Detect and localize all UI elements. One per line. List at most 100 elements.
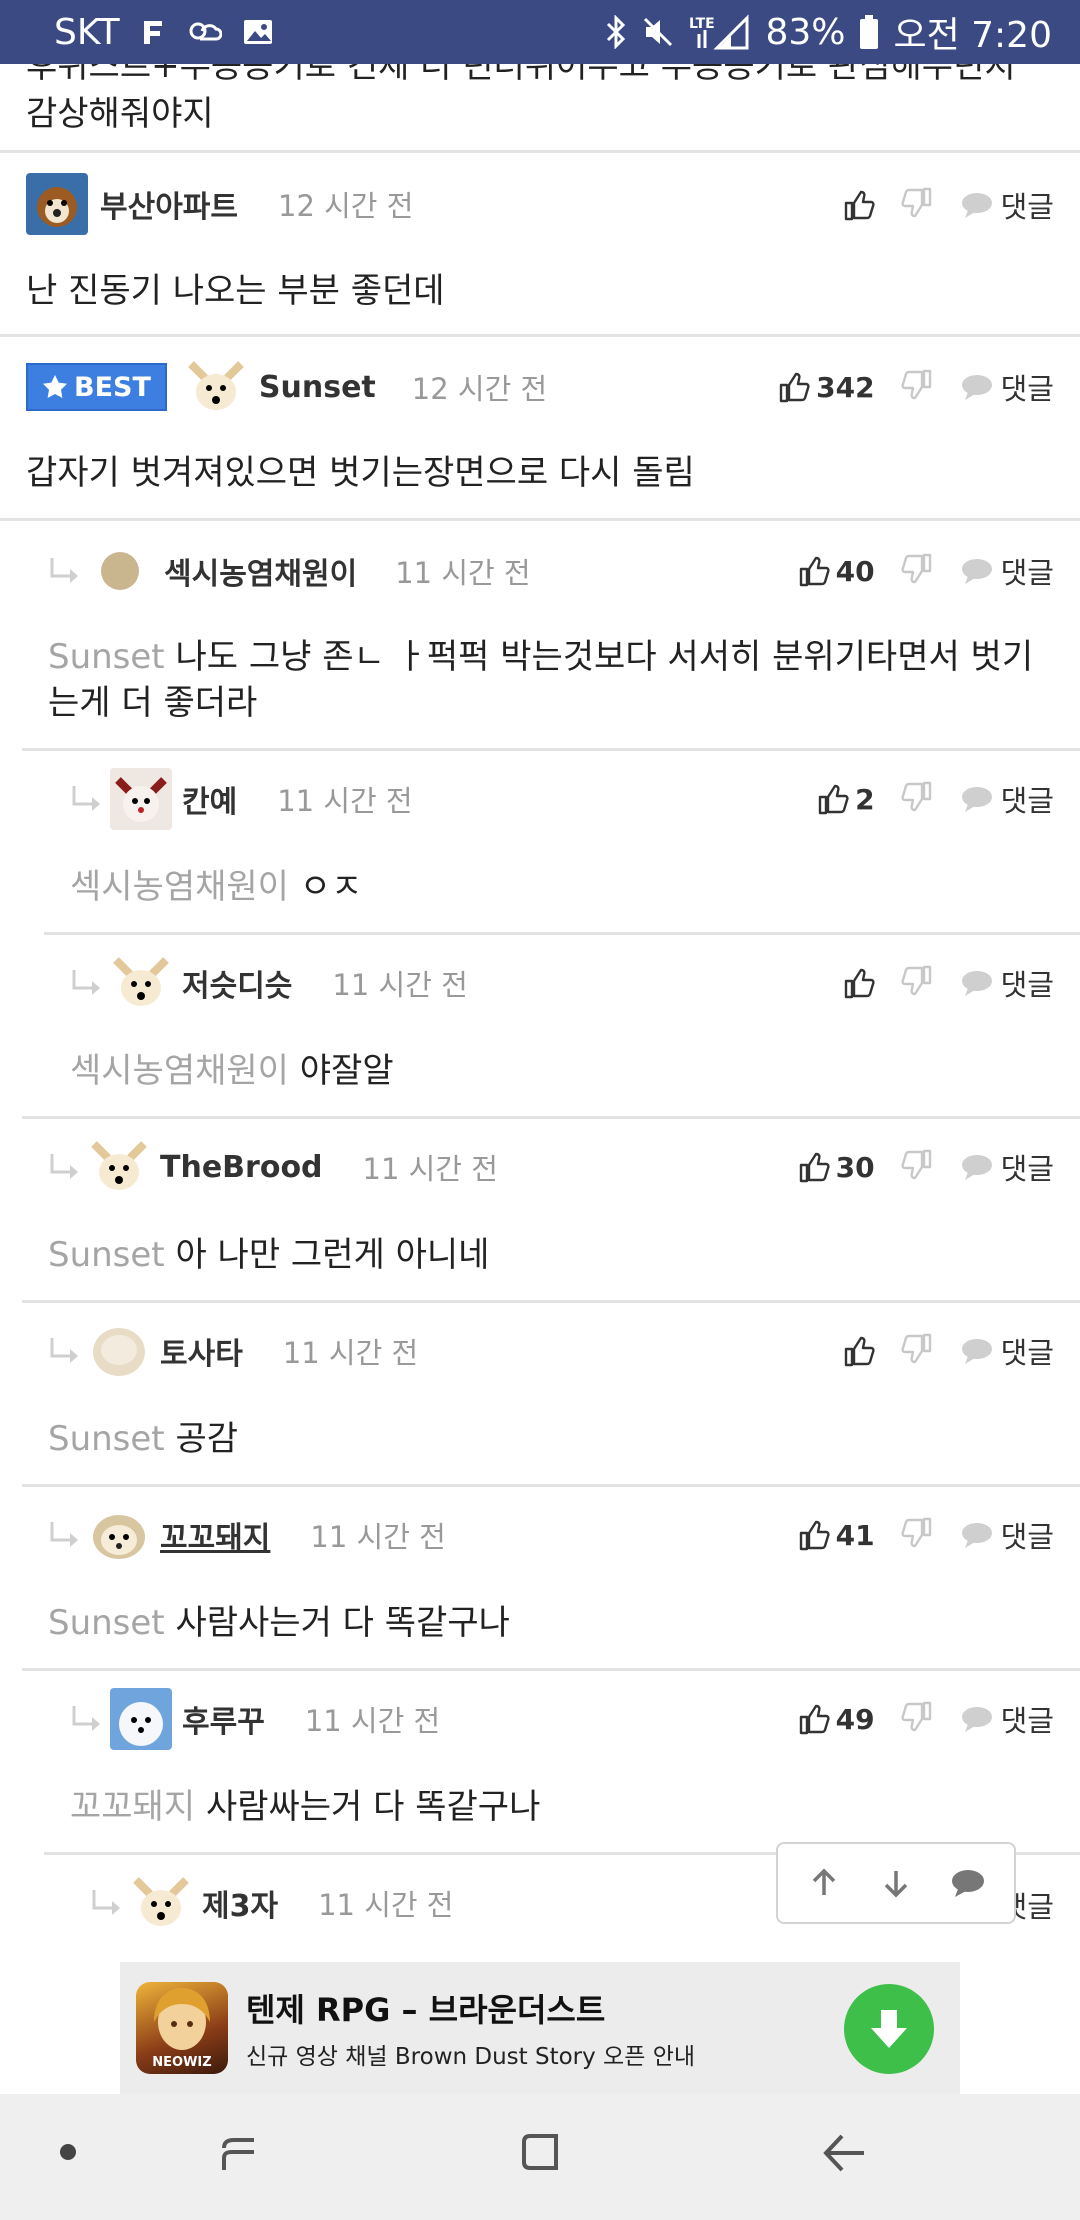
like-button[interactable]: 30 [798, 1151, 875, 1184]
avatar[interactable] [88, 1320, 150, 1382]
download-button[interactable] [844, 1984, 934, 2074]
like-button[interactable]: 41 [798, 1519, 875, 1552]
comment-time: 11 시간 전 [318, 1888, 454, 1922]
dislike-button[interactable] [901, 1333, 933, 1369]
dislike-button[interactable] [901, 187, 933, 223]
mention[interactable]: Sunset [48, 637, 165, 677]
comment-body: 갑자기 벗겨져있으면 벗기는장면으로 다시 돌림 [26, 450, 695, 496]
reply-arrow-icon [50, 1338, 78, 1363]
mention[interactable]: 섹시농염채원이 [70, 1051, 289, 1091]
like-count: 40 [835, 554, 875, 588]
comment-author[interactable]: TheBrood [160, 1150, 323, 1185]
mention[interactable]: Sunset [48, 1603, 165, 1643]
speech-bubble-icon [961, 1523, 992, 1548]
comment-author[interactable]: 제3자 [202, 1881, 278, 1925]
dislike-button[interactable] [901, 369, 933, 405]
thumbs-up-icon [779, 372, 810, 403]
dislike-button[interactable] [901, 1517, 933, 1553]
home-icon[interactable] [514, 2126, 566, 2178]
reply-button[interactable]: 댓글 [961, 550, 1054, 592]
recent-apps-icon[interactable] [214, 2128, 264, 2178]
avatar[interactable] [88, 1136, 150, 1198]
mention[interactable]: Sunset [48, 1419, 165, 1459]
like-button[interactable]: 40 [798, 555, 875, 588]
like-button[interactable]: 2 [817, 783, 875, 816]
thumbs-up-icon [818, 784, 849, 815]
arrow-down-icon[interactable] [878, 1865, 914, 1901]
comment-author[interactable]: 부산아파트 [100, 182, 238, 226]
comment-time: 11 시간 전 [310, 1520, 446, 1554]
reply-button[interactable]: 댓글 [961, 1698, 1054, 1740]
reply-button[interactable]: 댓글 [961, 366, 1054, 408]
dislike-button[interactable] [901, 553, 933, 589]
back-icon[interactable] [818, 2128, 870, 2178]
comment-author[interactable]: 저슷디슷 [182, 961, 292, 1005]
battery-percent: 83% [765, 11, 846, 53]
dislike-button[interactable] [901, 965, 933, 1001]
comment-body: Sunset 나도 그냥 존ㄴ ㅏ퍽퍽 박는것보다 서서히 분위기타면서 벗기 … [48, 634, 1058, 726]
dislike-button[interactable] [901, 1701, 933, 1737]
like-count: 30 [835, 1150, 875, 1184]
comment-body: 난 진동기 나오는 부분 좋던데 [26, 268, 445, 314]
comment-time: 11 시간 전 [395, 556, 531, 590]
comment-time: 11 시간 전 [332, 968, 468, 1002]
reply-button[interactable]: 댓글 [961, 1330, 1054, 1372]
comment-header: TheBrood 11 시간 전 [48, 1132, 498, 1202]
like-button[interactable] [843, 967, 875, 999]
comment-author[interactable]: 섹시농염채원이 [164, 549, 357, 593]
ad-title: 텐제 RPG – 브라운더스트 [246, 1991, 606, 2029]
mention[interactable]: Sunset [48, 1235, 165, 1275]
comment-icon[interactable] [950, 1867, 986, 1899]
comment-list[interactable]: 후위스트+부농농기로 건제 더 던더뷔어우고 부농농기로 관심해주던지 감상해줘… [0, 64, 1080, 1964]
comment-author[interactable]: 후루꾸 [182, 1697, 265, 1741]
speech-bubble-icon [961, 1707, 992, 1732]
comment-author[interactable]: Sunset [259, 370, 376, 405]
avatar[interactable] [100, 551, 140, 591]
reply-label: 댓글 [1000, 1704, 1054, 1738]
like-button[interactable]: 342 [778, 371, 875, 404]
comment-header: 부산아파트 12 시간 전 [26, 169, 413, 239]
comment-body: 섹시농염채원이 야잘알 [70, 1048, 394, 1094]
comment-text: 공감 [175, 1419, 239, 1459]
comment-author[interactable]: 칸예 [182, 777, 237, 821]
avatar[interactable] [88, 1504, 150, 1566]
reply-button[interactable]: 댓글 [961, 778, 1054, 820]
comment-actions: 40 댓글 [798, 536, 1054, 606]
comment-header: BEST Sunset 12 시간 전 [26, 352, 547, 422]
comment-author[interactable]: 토사타 [160, 1329, 243, 1373]
comment-body: 섹시농염채원이 ㅇㅈ [70, 864, 362, 910]
thumbs-up-icon [799, 1520, 830, 1551]
avatar[interactable] [130, 1872, 192, 1934]
like-button[interactable] [843, 1335, 875, 1367]
reply-button[interactable]: 댓글 [961, 184, 1054, 226]
reply-arrow-icon [92, 1890, 120, 1915]
thumbs-up-icon [844, 968, 875, 999]
speech-bubble-icon [961, 971, 992, 996]
mention[interactable]: 꼬꼬돼지 [70, 1787, 195, 1827]
reply-button[interactable]: 댓글 [961, 962, 1054, 1004]
ad-banner[interactable]: NEOWIZ 텐제 RPG – 브라운더스트 신규 영상 채널 Brown Du… [120, 1962, 960, 2094]
reply-arrow-icon [72, 786, 100, 811]
dislike-button[interactable] [901, 1149, 933, 1185]
like-button[interactable]: 49 [798, 1703, 875, 1736]
mention[interactable]: 섹시농염채원이 [70, 867, 289, 907]
reply-label: 댓글 [1000, 556, 1054, 590]
dislike-button[interactable] [901, 781, 933, 817]
comment-time: 12 시간 전 [278, 189, 414, 223]
arrow-up-icon[interactable] [806, 1865, 842, 1901]
thumbs-up-icon [799, 556, 830, 587]
clock: 오전 7:20 [893, 15, 1052, 56]
ad-app-icon[interactable]: NEOWIZ [136, 1982, 228, 2074]
thumbs-up-icon [844, 190, 875, 221]
avatar[interactable] [184, 356, 247, 418]
comment-author[interactable]: 꼬꼬돼지 [160, 1513, 270, 1557]
avatar[interactable] [110, 952, 172, 1014]
thumbs-down-icon [901, 781, 931, 812]
reply-button[interactable]: 댓글 [961, 1514, 1054, 1556]
avatar[interactable] [26, 173, 88, 235]
like-button[interactable] [843, 189, 875, 221]
avatar[interactable] [110, 768, 172, 830]
reply-button[interactable]: 댓글 [961, 1146, 1054, 1188]
avatar[interactable] [110, 1688, 172, 1750]
best-label: BEST [74, 371, 151, 403]
